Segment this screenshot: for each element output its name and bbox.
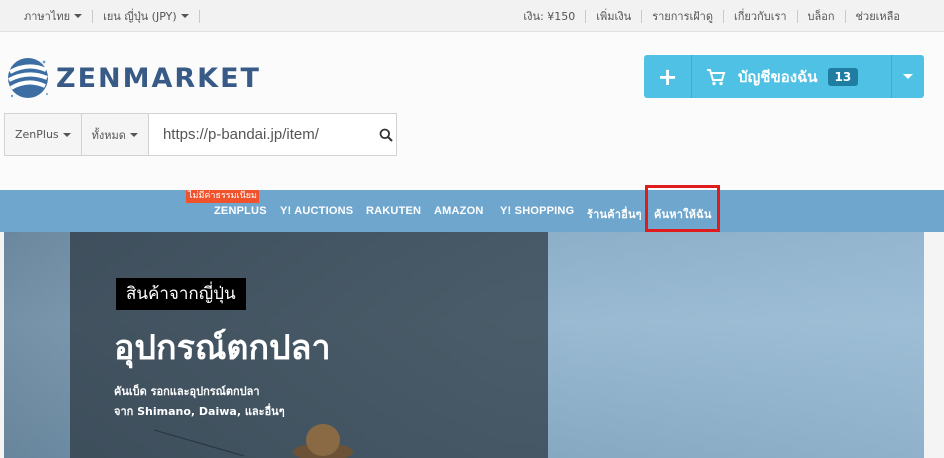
chevron-down-icon xyxy=(903,74,913,79)
fisherman-hat-image xyxy=(293,424,353,458)
category-select[interactable]: ทั้งหมด xyxy=(81,114,149,155)
category-select-label: ทั้งหมด xyxy=(91,128,126,142)
watchlist-link[interactable]: รายการเฝ้าดู xyxy=(642,7,723,25)
blog-link[interactable]: บล็อก xyxy=(798,7,845,25)
cart-icon xyxy=(707,68,726,85)
search-icon xyxy=(379,128,393,142)
chevron-down-icon xyxy=(129,132,138,137)
account-cart-bar: + บัญชีของฉัน 13 xyxy=(644,55,924,98)
top-bar-right: เงิน: ¥150 เพิ่มเงิน รายการเฝ้าดู เกี่ยว… xyxy=(513,0,910,32)
nav-item-zenplus[interactable]: ZENPLUS xyxy=(214,205,267,217)
nav-item-rakuten[interactable]: RAKUTEN xyxy=(366,205,421,217)
search-bar: ZenPlus ทั้งหมด xyxy=(4,113,397,156)
my-account-label: บัญชีของฉัน xyxy=(738,67,818,86)
service-select[interactable]: ZenPlus xyxy=(5,114,82,155)
highlight-box xyxy=(645,185,720,232)
logo[interactable]: ZENMARKET xyxy=(6,54,261,102)
nav-item-amazon[interactable]: AMAZON xyxy=(434,205,483,217)
nav-item-other-stores[interactable]: ร้านค้าอื่นๆ xyxy=(587,205,642,223)
divider xyxy=(198,9,200,23)
logo-text: ZENMARKET xyxy=(56,62,261,94)
chevron-down-icon xyxy=(180,14,189,18)
hero-description-line-1: คันเบ็ด รอกและอุปกรณ์ตกปลา xyxy=(114,385,260,398)
no-fee-badge: ไม่มีค่าธรรมเนียม xyxy=(186,190,259,203)
hero-tag: สินค้าจากญี่ปุ่น xyxy=(116,278,246,310)
currency-label: เยน ญี่ปุ่น (JPY) xyxy=(103,10,177,23)
add-button[interactable]: + xyxy=(644,55,692,98)
nav-item-yahoo-shopping[interactable]: Y! SHOPPING xyxy=(500,205,574,217)
add-funds-link[interactable]: เพิ่มเงิน xyxy=(586,7,641,25)
search-input[interactable] xyxy=(148,114,376,155)
about-link[interactable]: เกี่ยวกับเรา xyxy=(724,7,797,25)
hero-title: อุปกรณ์ตกปลา xyxy=(114,328,331,368)
currency-selector[interactable]: เยน ญี่ปุ่น (JPY) xyxy=(93,7,199,25)
account-dropdown-button[interactable] xyxy=(892,55,924,98)
chevron-down-icon xyxy=(62,132,71,137)
top-bar-left: ภาษาไทย เยน ญี่ปุ่น (JPY) xyxy=(14,0,200,32)
my-account-button[interactable]: บัญชีของฉัน 13 xyxy=(692,55,892,98)
nav-item-yahoo-auctions[interactable]: Y! AUCTIONS xyxy=(280,205,353,217)
main-nav: ไม่มีค่าธรรมเนียม ZENPLUS Y! AUCTIONS RA… xyxy=(0,185,944,232)
zenmarket-logo-icon xyxy=(8,58,48,98)
help-link[interactable]: ช่วยเหลือ xyxy=(846,7,910,25)
language-selector[interactable]: ภาษาไทย xyxy=(14,7,92,25)
chevron-down-icon xyxy=(74,14,83,18)
language-label: ภาษาไทย xyxy=(24,10,71,23)
service-select-label: ZenPlus xyxy=(15,128,59,141)
hero-description-line-2: จาก Shimano, Daiwa, และอื่นๆ xyxy=(114,405,285,418)
hero-description: คันเบ็ด รอกและอุปกรณ์ตกปลา จาก Shimano, … xyxy=(114,382,285,422)
cart-count-badge: 13 xyxy=(827,67,859,86)
balance-display: เงิน: ¥150 xyxy=(523,10,576,23)
top-bar: ภาษาไทย เยน ญี่ปุ่น (JPY) เงิน: ¥150 เพิ… xyxy=(0,0,944,32)
hero-banner[interactable]: สินค้าจากญี่ปุ่น อุปกรณ์ตกปลา คันเบ็ด รอ… xyxy=(4,232,924,458)
search-button[interactable] xyxy=(376,114,396,155)
header: ZENMARKET + บัญชีของฉัน 13 ZenPlus ทั้งห… xyxy=(0,32,944,190)
